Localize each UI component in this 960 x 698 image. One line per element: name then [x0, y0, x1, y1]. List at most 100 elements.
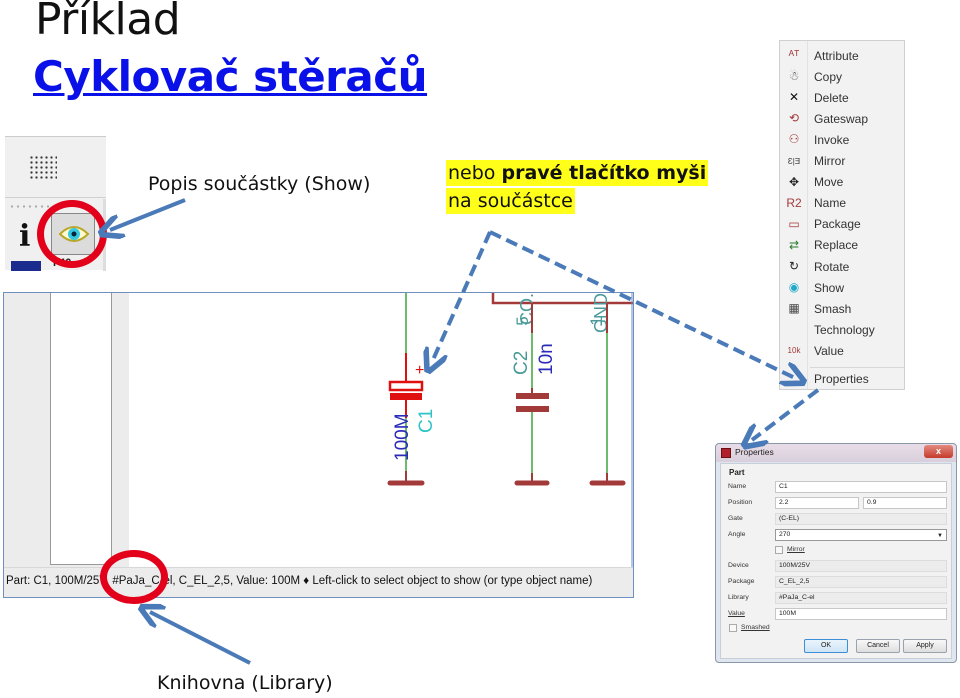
c1-plate-outline[interactable] — [388, 380, 424, 392]
cancel-button[interactable]: Cancel — [856, 639, 900, 653]
menu-item-label: Delete — [814, 90, 849, 105]
menu-item-technology[interactable]: Technology — [780, 319, 904, 340]
menu-item-name[interactable]: R2 Name — [780, 193, 904, 214]
toolbar-grip — [9, 205, 49, 208]
copy-icon: ☃ — [788, 69, 800, 84]
c2-plate-top[interactable] — [516, 393, 549, 399]
c2-plate-bottom[interactable] — [516, 406, 549, 412]
layer-icon[interactable] — [11, 261, 41, 271]
value-icon: 10k — [787, 346, 801, 356]
menu-item-package[interactable]: ▭ Package — [780, 214, 904, 235]
replace-icon: ⇄ — [788, 237, 800, 252]
value-input[interactable]: 100M — [775, 608, 947, 620]
arrow-to-library — [150, 612, 251, 665]
smash-icon: ▦ — [788, 301, 800, 316]
menu-item-label: Move — [814, 175, 844, 190]
position-y-input[interactable]: 0.9 — [863, 497, 947, 509]
c2-value-label: 10n — [536, 343, 557, 375]
menu-item-label: Attribute — [814, 48, 859, 63]
slide-subtitle-link[interactable]: Cyklovač stěračů — [33, 52, 428, 101]
pin-number-1: 1 — [587, 316, 606, 325]
angle-value: 270 — [779, 531, 791, 538]
library-highlight-circle — [100, 550, 168, 604]
grid-icon[interactable] — [29, 155, 57, 181]
position-x-input[interactable]: 2.2 — [775, 497, 859, 509]
device-label: Device — [728, 562, 749, 569]
menu-item-move[interactable]: ✥ Move — [780, 172, 904, 193]
menu-item-delete[interactable]: ✕ Delete — [780, 87, 904, 108]
menu-item-label: Copy — [814, 69, 843, 84]
eagle-app-icon — [721, 448, 731, 458]
smashed-checkbox[interactable] — [729, 624, 737, 632]
menu-item-show[interactable]: ◉ Show — [780, 277, 904, 298]
menu-item-label: Technology — [814, 322, 875, 337]
menu-item-gateswap[interactable]: ⟲ Gateswap — [780, 108, 904, 129]
delete-icon: ✕ — [788, 90, 800, 105]
gate-label: Gate — [728, 515, 743, 522]
properties-dialog: Properties x Part Name C1 Position 2.2 0… — [715, 443, 957, 663]
schematic-editor: CO. GND 5 1 + C1 100M C2 10n Part: C1, 1… — [3, 292, 634, 598]
menu-item-label: Name — [814, 196, 847, 211]
schematic-canvas[interactable]: CO. GND 5 1 + C1 100M C2 10n — [4, 293, 633, 567]
close-button[interactable]: x — [924, 445, 953, 458]
status-text: Part: C1, 100M/25V, #PaJa_C-el, C_EL_2,5… — [6, 575, 592, 587]
dialog-titlebar[interactable]: Properties x — [716, 444, 956, 462]
arrow-to-properties-dialog — [752, 388, 820, 440]
mirror-checkbox[interactable] — [775, 546, 783, 554]
arrow-to-show-button — [110, 198, 186, 230]
menu-item-label: Value — [814, 343, 844, 358]
right-click-note-line1: nebo pravé tlačítko myši — [446, 160, 709, 186]
menu-item-smash[interactable]: ▦ Smash — [780, 298, 904, 319]
name-icon: R2 — [786, 195, 802, 210]
menu-item-rotate[interactable]: ↻ Rotate — [780, 256, 904, 277]
menu-item-replace[interactable]: ⇄ Replace — [780, 235, 904, 256]
library-field: #PaJa_C-el — [775, 592, 947, 604]
gate-field: (C-EL) — [775, 513, 947, 525]
package-icon: ▭ — [788, 216, 800, 231]
name-input[interactable]: C1 — [775, 481, 947, 493]
rotate-icon: ↻ — [788, 259, 800, 273]
menu-item-label: Replace — [814, 238, 859, 253]
right-click-note-line2: na součástce — [446, 188, 575, 214]
context-menu: ᴬᵀ Attribute ☃ Copy ✕ Delete ⟲ Gateswap ⚇ Invoke Ɛ… — [779, 40, 905, 390]
note-normal-text: nebo — [448, 162, 502, 184]
menu-item-invoke[interactable]: ⚇ Invoke — [780, 129, 904, 150]
menu-item-label: Gateswap — [814, 111, 869, 126]
dialog-title: Properties — [735, 447, 774, 457]
menu-item-label: Invoke — [814, 132, 850, 147]
status-hint: Left-click to select object to show (or … — [312, 575, 593, 587]
angle-label: Angle — [728, 531, 746, 538]
library-label: Library — [728, 594, 749, 601]
show-eye-icon: ◉ — [788, 280, 800, 295]
menu-item-value[interactable]: 10k Value — [780, 340, 904, 361]
menu-item-mirror[interactable]: Ɛ|Ǝ Mirror — [780, 151, 904, 172]
c1-polarity-mark: + — [415, 362, 424, 379]
info-icon[interactable]: i — [19, 219, 30, 254]
smashed-label: Smashed — [741, 624, 770, 631]
menu-item-label: Smash — [814, 301, 852, 316]
value-label: Value — [728, 610, 745, 617]
menu-item-label: Package — [814, 217, 861, 232]
ok-button[interactable]: OK — [804, 639, 848, 653]
dialog-body: Part Name C1 Position 2.2 0.9 Gate (C-EL… — [720, 463, 952, 659]
status-bullet: ♦ — [303, 575, 310, 587]
menu-item-attribute[interactable]: ᴬᵀ Attribute — [780, 45, 904, 66]
show-button-highlight-circle — [37, 200, 107, 268]
apply-button[interactable]: Apply — [903, 639, 947, 653]
device-field: 100M/25V — [775, 560, 947, 572]
invoke-icon: ⚇ — [788, 132, 800, 147]
package-field: C_EL_2,5 — [775, 576, 947, 588]
menu-item-copy[interactable]: ☃ Copy — [780, 66, 904, 87]
c2-name-label: C2 — [511, 351, 532, 375]
angle-dropdown[interactable]: 270 ▼ — [775, 529, 947, 541]
note-bold-text: pravé tlačítko myši — [501, 162, 707, 184]
c1-plate[interactable] — [390, 393, 422, 400]
toolbar-divider — [5, 197, 106, 198]
part-section-heading: Part — [729, 468, 745, 477]
slide-title: Příklad — [35, 0, 181, 45]
mirror-icon: Ɛ|Ǝ — [787, 156, 801, 166]
menu-item-properties[interactable]: Properties — [780, 368, 904, 389]
library-annotation-label: Knihovna (Library) — [157, 672, 333, 694]
move-icon: ✥ — [788, 174, 800, 189]
c1-name-label: C1 — [416, 409, 437, 433]
